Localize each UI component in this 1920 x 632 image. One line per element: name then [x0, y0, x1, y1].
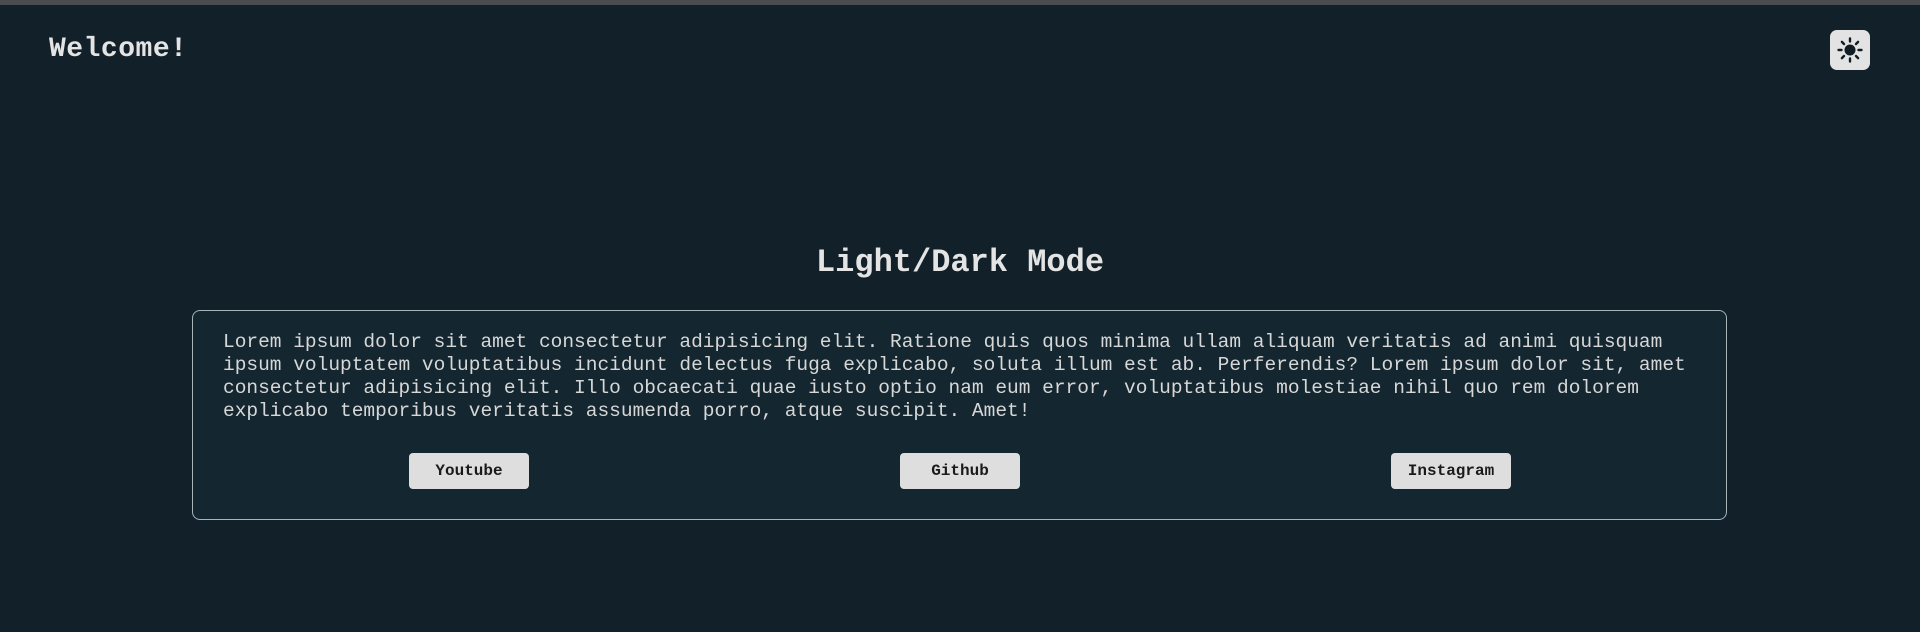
- github-button[interactable]: Github: [900, 453, 1020, 489]
- instagram-button[interactable]: Instagram: [1391, 453, 1511, 489]
- header: Welcome!: [0, 5, 1920, 95]
- theme-toggle-button[interactable]: [1830, 30, 1870, 70]
- youtube-button[interactable]: Youtube: [409, 453, 529, 489]
- sun-icon: [1837, 37, 1863, 63]
- page-title: Light/Dark Mode: [815, 244, 1105, 281]
- content-card: Lorem ipsum dolor sit amet consectetur a…: [192, 310, 1727, 520]
- card-paragraph: Lorem ipsum dolor sit amet consectetur a…: [223, 331, 1686, 422]
- welcome-heading: Welcome!: [49, 34, 188, 65]
